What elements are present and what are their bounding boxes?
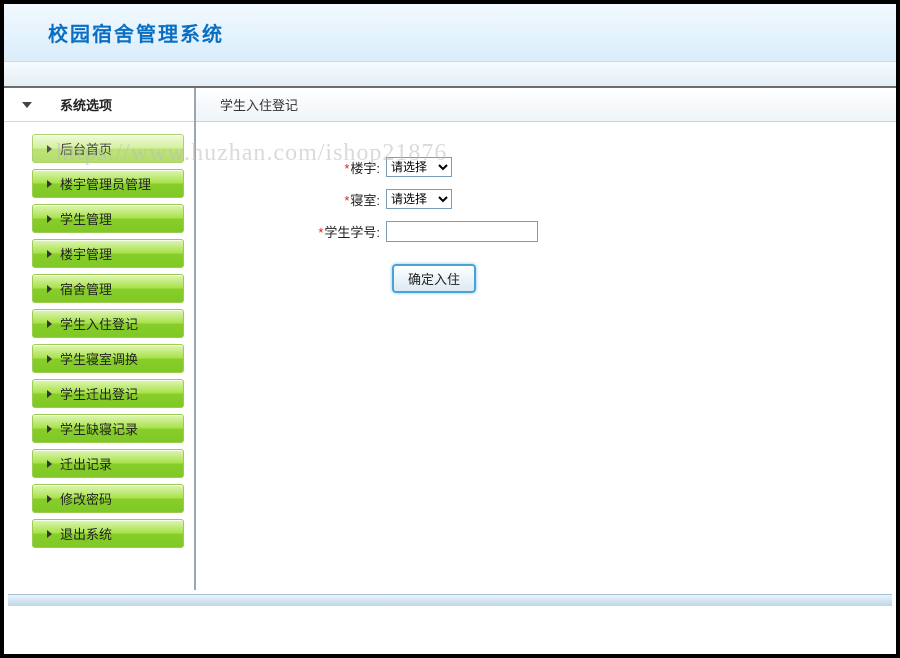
chevron-right-icon [47,180,52,188]
sidebar-item-label: 退出系统 [60,524,112,543]
toolbar-strip [4,62,896,88]
menu-list: 后台首页 楼宇管理员管理 学生管理 楼宇管理 宿舍管理 学生入住登记 学生寝室调… [4,122,194,548]
page-title-bar: 学生入住登记 [196,88,896,122]
sidebar-item-checkout-records[interactable]: 迁出记录 [32,449,184,478]
sidebar-item-label: 学生入住登记 [60,314,138,333]
required-mark: * [318,225,323,240]
student-id-input[interactable] [386,221,538,242]
sidebar-item-label: 学生寝室调换 [60,349,138,368]
chevron-right-icon [47,530,52,538]
sidebar-item-label: 修改密码 [60,489,112,508]
sidebar-title: 系统选项 [60,95,112,114]
chevron-right-icon [47,285,52,293]
sidebar: 系统选项 后台首页 楼宇管理员管理 学生管理 楼宇管理 宿舍管理 学生入住登记 … [4,88,196,590]
chevron-right-icon [47,215,52,223]
required-mark: * [344,193,349,208]
chevron-down-icon [22,102,32,108]
sidebar-item-label: 迁出记录 [60,454,112,473]
app-header: 校园宿舍管理系统 [4,4,896,62]
sidebar-item-student-checkout[interactable]: 学生迁出登记 [32,379,184,408]
app-title: 校园宿舍管理系统 [48,18,224,47]
row-student-id: *学生学号: [196,216,896,246]
sidebar-item-label: 学生管理 [60,209,112,228]
room-select[interactable]: 请选择 [386,189,452,209]
main-area: 系统选项 后台首页 楼宇管理员管理 学生管理 楼宇管理 宿舍管理 学生入住登记 … [4,88,896,590]
chevron-right-icon [47,425,52,433]
chevron-right-icon [47,390,52,398]
sidebar-item-label: 学生缺寝记录 [60,419,138,438]
student-id-label: *学生学号: [196,222,386,241]
chevron-right-icon [47,495,52,503]
sidebar-item-label: 楼宇管理 [60,244,112,263]
sidebar-item-label: 宿舍管理 [60,279,112,298]
sidebar-item-dorm-manage[interactable]: 宿舍管理 [32,274,184,303]
sidebar-item-student-swap[interactable]: 学生寝室调换 [32,344,184,373]
sidebar-item-label: 后台首页 [60,139,112,158]
sidebar-item-building-admin[interactable]: 楼宇管理员管理 [32,169,184,198]
sidebar-header[interactable]: 系统选项 [4,88,194,122]
chevron-right-icon [47,145,52,153]
footer-strip [8,594,892,606]
chevron-right-icon [47,460,52,468]
sidebar-item-home[interactable]: 后台首页 [32,134,184,163]
chevron-right-icon [47,320,52,328]
building-select[interactable]: 请选择 [386,157,452,177]
submit-row: 确定入住 [196,264,896,293]
sidebar-item-student-manage[interactable]: 学生管理 [32,204,184,233]
required-mark: * [344,161,349,176]
form-area: https://www.huzhan.com/ishop21876 *楼宇: 请… [196,122,896,590]
sidebar-item-change-password[interactable]: 修改密码 [32,484,184,513]
row-building: *楼宇: 请选择 [196,152,896,182]
submit-button[interactable]: 确定入住 [392,264,476,293]
room-label: *寝室: [196,190,386,209]
sidebar-item-student-absence[interactable]: 学生缺寝记录 [32,414,184,443]
row-room: *寝室: 请选择 [196,184,896,214]
sidebar-item-label: 学生迁出登记 [60,384,138,403]
sidebar-item-logout[interactable]: 退出系统 [32,519,184,548]
chevron-right-icon [47,250,52,258]
building-label: *楼宇: [196,158,386,177]
chevron-right-icon [47,355,52,363]
content-panel: 学生入住登记 https://www.huzhan.com/ishop21876… [196,88,896,590]
sidebar-item-building-manage[interactable]: 楼宇管理 [32,239,184,268]
page-title: 学生入住登记 [220,95,298,114]
sidebar-item-label: 楼宇管理员管理 [60,174,151,193]
sidebar-item-student-checkin[interactable]: 学生入住登记 [32,309,184,338]
